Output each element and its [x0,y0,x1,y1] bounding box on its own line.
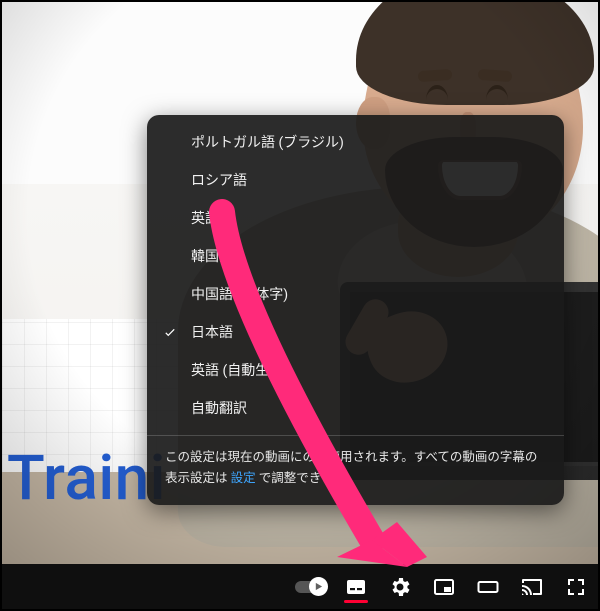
play-small-icon [314,582,323,591]
language-option[interactable]: 韓国語 [147,237,564,275]
subtitles-icon [344,575,368,599]
language-option[interactable]: 英語 (自動生成) [147,351,564,389]
language-option-label: 自動翻訳 [191,398,247,418]
player-control-bar [2,564,598,609]
video-frame: n a s Traini ポルトガル語 (ブラジル)ロシア語英語韓国語中国語 (… [0,0,600,611]
language-option-label: 英語 [191,208,219,228]
language-option-label: ポルトガル語 (ブラジル) [191,132,344,152]
autoplay-toggle[interactable] [286,565,334,609]
language-option-label: 中国語 (簡体字) [191,284,288,304]
theater-mode-button[interactable] [466,565,510,609]
cast-button[interactable] [510,565,554,609]
language-option[interactable]: 中国語 (簡体字) [147,275,564,313]
language-option[interactable]: 英語 [147,199,564,237]
miniplayer-button[interactable] [422,565,466,609]
language-option-label: ロシア語 [191,170,247,190]
language-option[interactable]: ロシア語 [147,161,564,199]
miniplayer-icon [432,575,456,599]
language-option[interactable]: 日本語 [147,313,564,351]
language-option[interactable]: 自動翻訳 [147,389,564,427]
subtitles-footer-note: この設定は現在の動画にのみ適用されます。すべての動画の字幕の表示設定は 設定 で… [147,436,564,505]
check-icon [163,325,177,339]
video-player-region: n a s Traini ポルトガル語 (ブラジル)ロシア語英語韓国語中国語 (… [0,0,600,611]
settings-button[interactable] [378,565,422,609]
language-option[interactable]: ポルトガル語 (ブラジル) [147,123,564,161]
language-option-label: 韓国語 [191,246,233,266]
language-option-label: 英語 (自動生成) [191,360,288,380]
language-option-list: ポルトガル語 (ブラジル) ロシア語英語韓国語中国語 (簡体字) 日本語英語 (自動… [147,115,564,431]
subtitles-button[interactable] [334,565,378,609]
subtitle-settings-link[interactable]: 設定 [231,471,256,486]
cast-icon [520,575,544,599]
subtitles-language-menu: ポルトガル語 (ブラジル) ロシア語英語韓国語中国語 (簡体字) 日本語英語 (自動… [147,115,564,505]
language-option-label: 日本語 [191,322,233,342]
fullscreen-button[interactable] [554,565,598,609]
footer-note-suffix: で調整できます。 [256,471,358,486]
gear-icon [388,575,412,599]
subtitles-active-indicator [344,600,368,603]
theater-icon [476,575,500,599]
fullscreen-icon [564,575,588,599]
